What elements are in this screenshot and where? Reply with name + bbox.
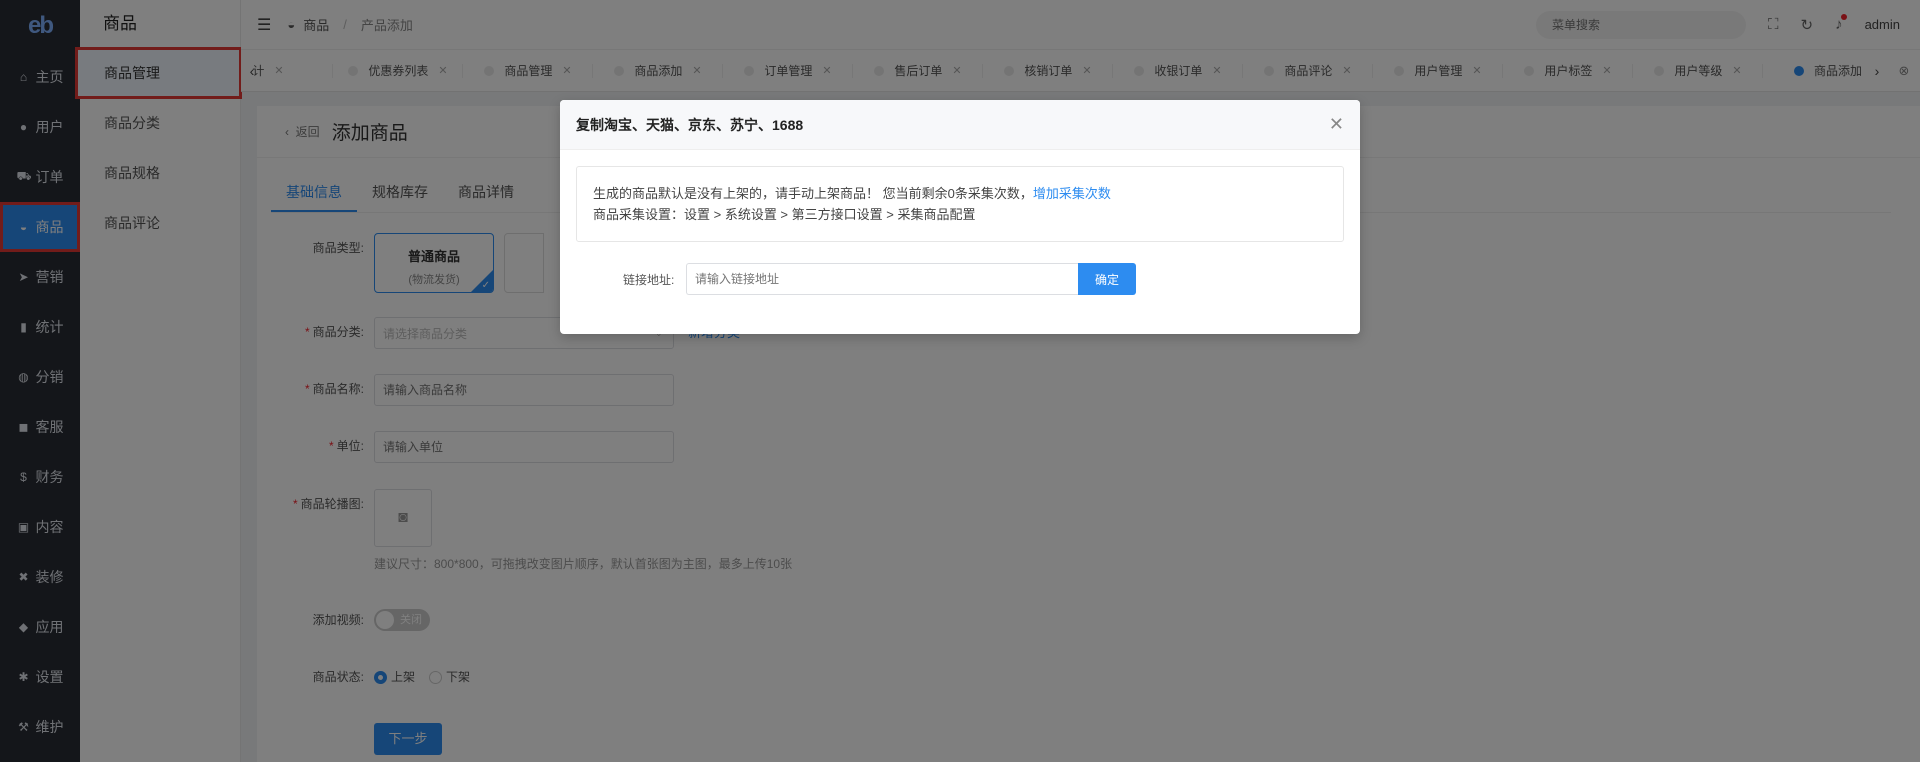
modal-notice: 生成的商品默认是没有上架的，请手动上架商品！ 您当前剩余0条采集次数，增加采集次… [576, 166, 1344, 242]
copy-product-modal: 复制淘宝、天猫、京东、苏宁、1688 ✕ 生成的商品默认是没有上架的，请手动上架… [560, 100, 1360, 334]
close-icon[interactable]: ✕ [1329, 114, 1344, 135]
notice-line-1: 生成的商品默认是没有上架的，请手动上架商品！ 您当前剩余0条采集次数， [593, 186, 1033, 201]
confirm-button[interactable]: 确定 [1078, 263, 1136, 295]
notice-line-2: 商品采集设置：设置 > 系统设置 > 第三方接口设置 > 采集商品配置 [593, 207, 976, 222]
link-label: 链接地址: [623, 272, 675, 287]
link-row: 链接地址: 确定 [560, 263, 1360, 295]
modal-title: 复制淘宝、天猫、京东、苏宁、1688 [576, 116, 804, 133]
link-url-input[interactable] [686, 263, 1078, 295]
modal-header: 复制淘宝、天猫、京东、苏宁、1688 ✕ [560, 100, 1360, 150]
add-collect-count-link[interactable]: 增加采集次数 [1033, 186, 1111, 201]
